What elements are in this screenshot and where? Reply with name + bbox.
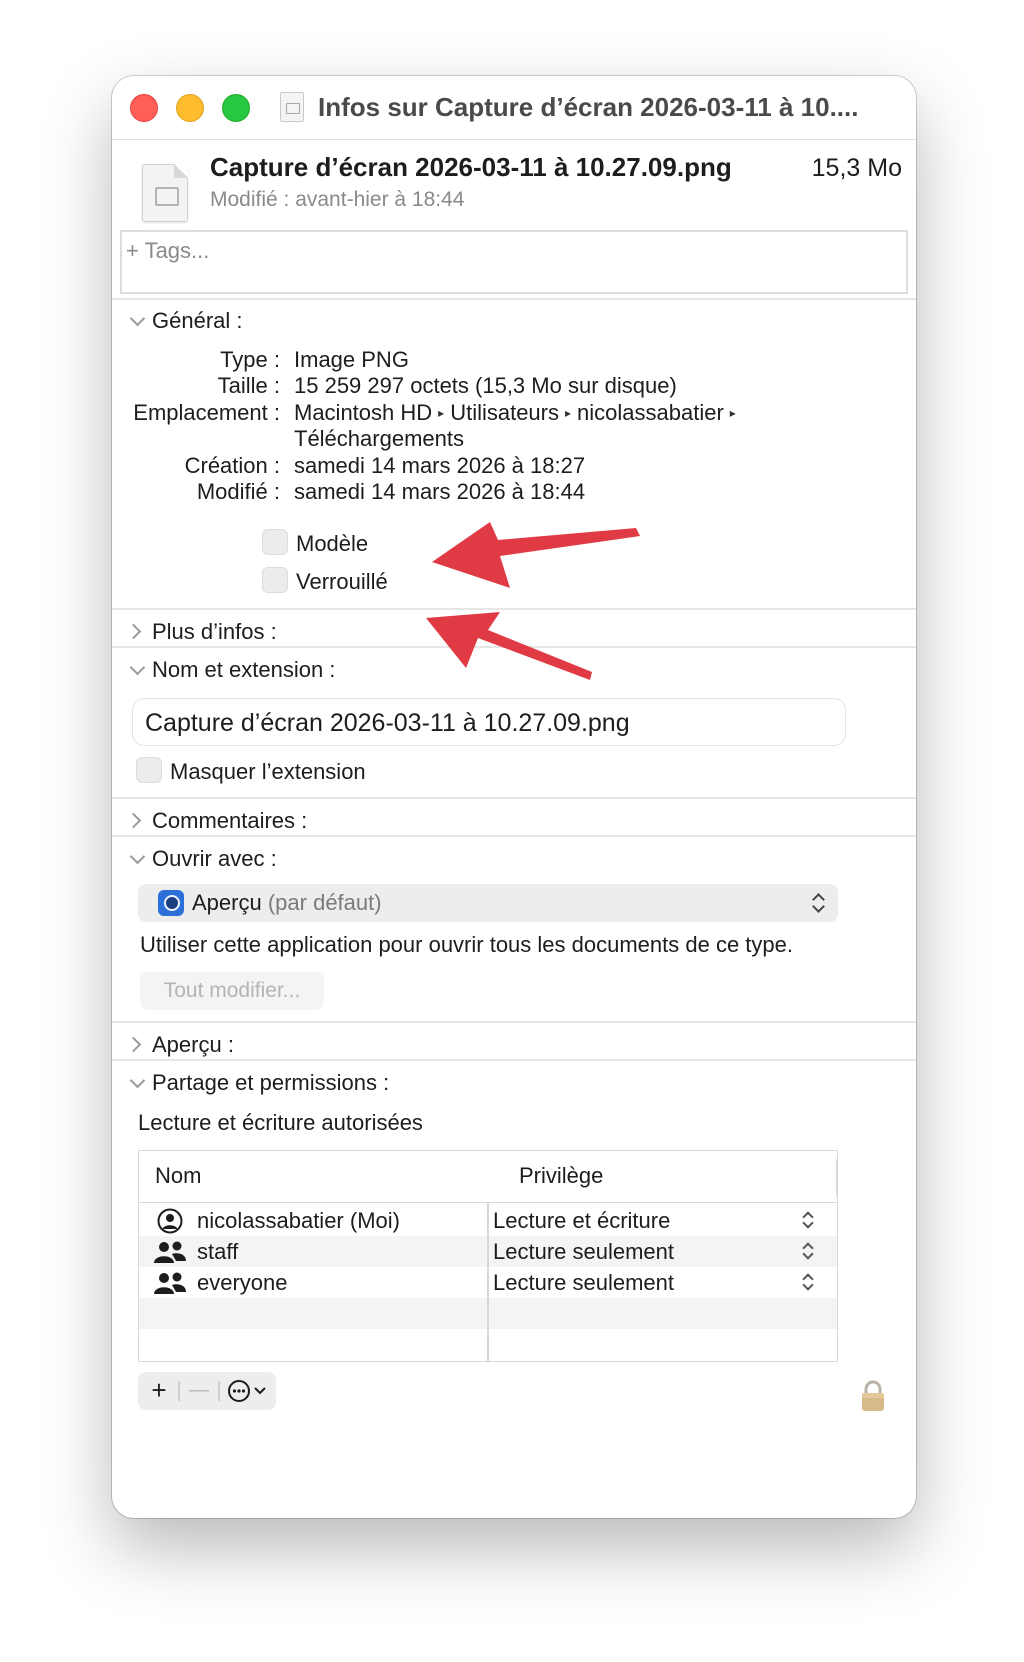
- toolbar-separator: [178, 1381, 180, 1401]
- app-name: Aperçu: [192, 890, 262, 915]
- info-window: Infos sur Capture d’écran 2026-03-11 à 1…: [112, 76, 916, 1518]
- preview-app-icon: [158, 890, 184, 916]
- row-privilege[interactable]: Lecture et écriture: [493, 1208, 670, 1234]
- chevron-down-icon[interactable]: [129, 848, 146, 865]
- section-name-extension-title[interactable]: Nom et extension :: [152, 657, 335, 683]
- permissions-table: Nom Privilège nicolassabatier (Moi) Lect…: [138, 1150, 838, 1362]
- locked-label: Verrouillé: [296, 569, 388, 594]
- change-all-button[interactable]: Tout modifier...: [140, 972, 324, 1010]
- column-divider: [835, 1159, 837, 1195]
- group-icon: [154, 1241, 186, 1263]
- location-path: Macintosh HD ▸ Utilisateurs ▸ nicolassabatie…: [294, 400, 742, 426]
- document-icon: [280, 92, 304, 122]
- created-value: samedi 14 mars 2026 à 18:27: [294, 453, 586, 478]
- size-label: Taille :: [217, 373, 280, 398]
- file-name: Capture d’écran 2026-03-11 à 10.27.09.pn…: [210, 152, 732, 182]
- divider: [112, 1059, 916, 1061]
- modified-label: Modifié :: [196, 479, 280, 504]
- modified-value: samedi 14 mars 2026 à 18:44: [294, 479, 586, 504]
- divider: [112, 608, 916, 610]
- section-sharing-title[interactable]: Partage et permissions :: [152, 1070, 389, 1096]
- permissions-toolbar: + —: [138, 1372, 276, 1410]
- divider: [112, 1021, 916, 1023]
- title-bar: Infos sur Capture d’écran 2026-03-11 à 1…: [112, 76, 916, 140]
- path-separator-icon: ▸: [438, 406, 445, 420]
- remove-permission-button[interactable]: —: [182, 1372, 216, 1410]
- locked-checkbox[interactable]: [262, 567, 288, 593]
- open-with-app: Aperçu (par défaut): [192, 890, 382, 916]
- created-label: Création :: [184, 453, 280, 478]
- section-more-info-title[interactable]: Plus d’infos :: [152, 619, 277, 645]
- path-segment: Utilisateurs: [450, 400, 559, 425]
- lock-icon[interactable]: [860, 1380, 886, 1412]
- group-icon: [154, 1272, 186, 1294]
- close-button[interactable]: [130, 94, 158, 122]
- row-name: nicolassabatier (Moi): [197, 1208, 400, 1233]
- column-header-name[interactable]: Nom: [155, 1163, 201, 1189]
- size-value: 15 259 297 octets (15,3 Mo sur disque): [294, 373, 677, 398]
- chevron-down-icon[interactable]: [129, 659, 146, 676]
- filename-field[interactable]: [132, 698, 846, 746]
- chevron-down-icon[interactable]: [129, 1072, 146, 1089]
- path-segment: Macintosh HD: [294, 400, 433, 425]
- column-header-privilege[interactable]: Privilège: [519, 1163, 603, 1189]
- section-preview-title[interactable]: Aperçu :: [152, 1032, 234, 1058]
- row-privilege[interactable]: Lecture seulement: [493, 1239, 674, 1265]
- toolbar-separator: [218, 1381, 220, 1401]
- app-default-suffix: (par défaut): [267, 890, 382, 915]
- row-name: everyone: [197, 1270, 288, 1295]
- section-comments-title[interactable]: Commentaires :: [152, 808, 307, 834]
- path-separator-icon: ▸: [729, 406, 736, 420]
- section-open-with-title[interactable]: Ouvrir avec :: [152, 846, 277, 872]
- divider: [112, 646, 916, 648]
- chevron-up-down-icon[interactable]: [801, 1240, 815, 1262]
- filename-input[interactable]: [145, 708, 835, 738]
- type-label: Type :: [220, 347, 280, 372]
- chevron-right-icon[interactable]: [125, 623, 142, 640]
- divider: [112, 797, 916, 799]
- type-value: Image PNG: [294, 347, 409, 372]
- open-with-popup[interactable]: Aperçu (par défaut): [138, 884, 838, 922]
- column-divider: [487, 1203, 489, 1361]
- row-name: staff: [197, 1239, 239, 1264]
- table-header: Nom Privilège: [139, 1151, 837, 1203]
- window-title: Infos sur Capture d’écran 2026-03-11 à 1…: [318, 92, 859, 122]
- path-segment: nicolassabatier: [577, 400, 724, 425]
- tags-field[interactable]: [120, 230, 908, 294]
- permission-summary: Lecture et écriture autorisées: [138, 1110, 423, 1135]
- tags-input[interactable]: [126, 236, 886, 266]
- hide-extension-checkbox[interactable]: [136, 757, 162, 783]
- stationery-checkbox[interactable]: [262, 529, 288, 555]
- file-size: 15,3 Mo: [811, 154, 902, 182]
- open-with-hint: Utiliser cette application pour ouvrir t…: [140, 932, 793, 957]
- path-separator-icon: ▸: [565, 406, 572, 420]
- file-modified: Modifié : avant-hier à 18:44: [210, 188, 465, 211]
- path-segment: Téléchargements: [294, 426, 464, 451]
- chevron-up-down-icon[interactable]: [801, 1209, 815, 1231]
- action-menu-button[interactable]: [222, 1372, 274, 1410]
- section-general-title[interactable]: Général :: [152, 308, 243, 334]
- user-icon: [157, 1208, 183, 1234]
- png-file-icon: [142, 164, 188, 222]
- chevron-down-icon[interactable]: [129, 310, 146, 327]
- maximize-button[interactable]: [222, 94, 250, 122]
- add-permission-button[interactable]: +: [142, 1372, 176, 1410]
- row-privilege[interactable]: Lecture seulement: [493, 1270, 674, 1296]
- chevron-right-icon[interactable]: [125, 1036, 142, 1053]
- chevron-right-icon[interactable]: [125, 812, 142, 829]
- minimize-button[interactable]: [176, 94, 204, 122]
- divider: [112, 298, 916, 300]
- hide-extension-label: Masquer l’extension: [170, 759, 366, 784]
- stationery-label: Modèle: [296, 531, 369, 556]
- chevron-up-down-icon[interactable]: [801, 1271, 815, 1293]
- divider: [112, 835, 916, 837]
- location-label: Emplacement :: [133, 400, 280, 425]
- ellipsis-circle-icon: [228, 1380, 266, 1402]
- chevron-up-down-icon: [810, 890, 826, 916]
